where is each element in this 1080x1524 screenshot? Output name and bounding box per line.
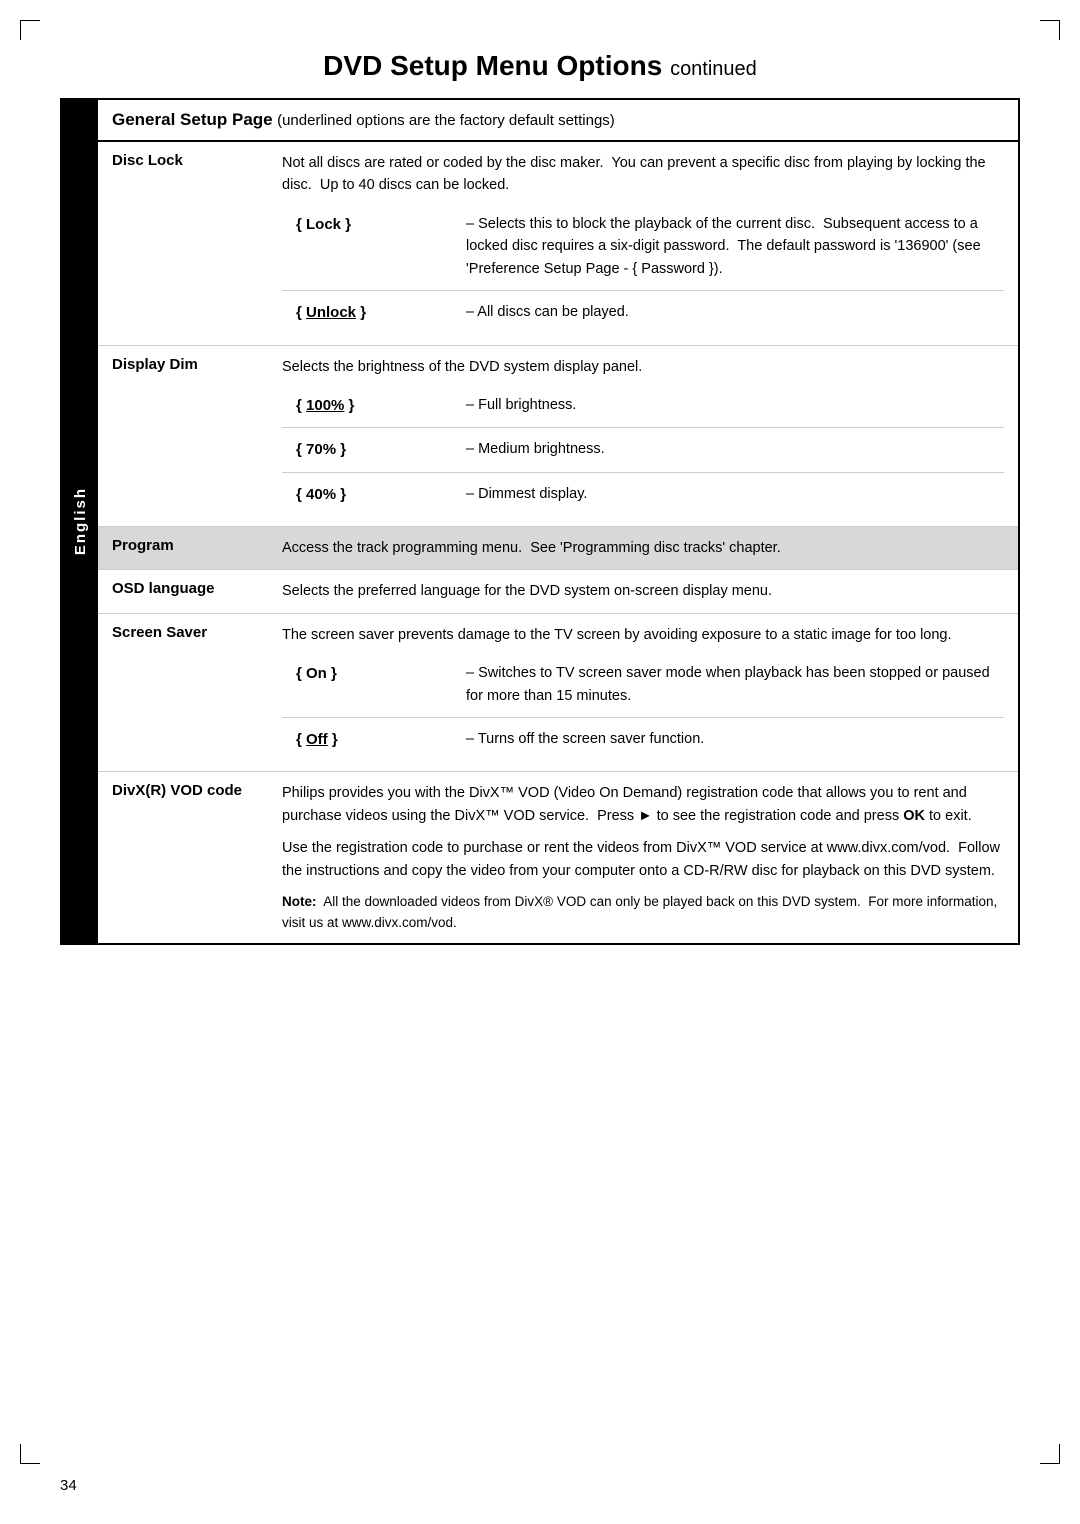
- row-content-osd: Selects the preferred language for the D…: [268, 570, 1018, 613]
- sub-option-key-on: { On }: [282, 652, 452, 717]
- sidebar-label: English: [72, 487, 89, 555]
- list-item: { Lock } – Selects this to block the pla…: [282, 203, 1004, 291]
- sub-option-value-unlock: – All discs can be played.: [452, 291, 1004, 335]
- disc-lock-suboptions: { Lock } – Selects this to block the pla…: [282, 203, 1004, 335]
- table-row: DivX(R) VOD code Philips provides you wi…: [98, 772, 1018, 943]
- row-label-screen-saver: Screen Saver: [98, 613, 268, 772]
- sub-option-key-100: { 100% }: [282, 384, 452, 428]
- sub-option-key-unlock: { Unlock }: [282, 291, 452, 335]
- row-content-disc-lock: Not all discs are rated or coded by the …: [268, 142, 1018, 345]
- table-row: Display Dim Selects the brightness of th…: [98, 345, 1018, 526]
- table-row: Screen Saver The screen saver prevents d…: [98, 613, 1018, 772]
- list-item: { 100% } – Full brightness.: [282, 384, 1004, 428]
- page-title: DVD Setup Menu Options continued: [60, 50, 1020, 82]
- row-label-divx: DivX(R) VOD code: [98, 772, 268, 943]
- corner-mark-bottom-right: [1040, 1444, 1060, 1464]
- row-label-program: Program: [98, 526, 268, 569]
- title-continued: continued: [670, 58, 757, 80]
- corner-mark-bottom-left: [20, 1444, 40, 1464]
- sub-option-key-70: { 70% }: [282, 428, 452, 472]
- row-content-program: Access the track programming menu. See '…: [268, 526, 1018, 569]
- divx-note: Note: All the downloaded videos from Div…: [282, 892, 1004, 933]
- title-text: DVD Setup Menu Options: [323, 50, 662, 81]
- sub-option-value-on: – Switches to TV screen saver mode when …: [452, 652, 1004, 717]
- sub-option-key-lock: { Lock }: [282, 203, 452, 291]
- list-item: { On } – Switches to TV screen saver mod…: [282, 652, 1004, 717]
- sub-option-value-70: – Medium brightness.: [452, 428, 1004, 472]
- list-item: { Unlock } – All discs can be played.: [282, 291, 1004, 335]
- options-table: Disc Lock Not all discs are rated or cod…: [98, 142, 1018, 943]
- row-label-osd: OSD language: [98, 570, 268, 613]
- sub-option-key-off: { Off }: [282, 718, 452, 762]
- page-number: 34: [60, 1477, 77, 1494]
- corner-mark-top-right: [1040, 20, 1060, 40]
- row-label-disc-lock: Disc Lock: [98, 142, 268, 345]
- divx-paragraph2: Use the registration code to purchase or…: [282, 837, 1004, 882]
- table-row: Disc Lock Not all discs are rated or cod…: [98, 142, 1018, 345]
- sub-option-value-100: – Full brightness.: [452, 384, 1004, 428]
- section-header-bold: General Setup Page: [112, 110, 273, 129]
- main-content-area: English General Setup Page (underlined o…: [60, 98, 1020, 945]
- table-row: OSD language Selects the preferred langu…: [98, 570, 1018, 613]
- list-item: { Off } – Turns off the screen saver fun…: [282, 718, 1004, 762]
- section-header-subtitle: (underlined options are the factory defa…: [277, 112, 615, 129]
- row-content-display-dim: Selects the brightness of the DVD system…: [268, 345, 1018, 526]
- row-label-display-dim: Display Dim: [98, 345, 268, 526]
- section-header: General Setup Page (underlined options a…: [98, 100, 1018, 142]
- sidebar: English: [62, 100, 98, 943]
- sub-option-value-off: – Turns off the screen saver function.: [452, 718, 1004, 762]
- screen-saver-suboptions: { On } – Switches to TV screen saver mod…: [282, 652, 1004, 761]
- row-content-divx: Philips provides you with the DivX™ VOD …: [268, 772, 1018, 943]
- sub-option-key-40: { 40% }: [282, 472, 452, 516]
- content-area: General Setup Page (underlined options a…: [98, 100, 1018, 943]
- display-dim-suboptions: { 100% } – Full brightness. { 70% } – Me…: [282, 384, 1004, 516]
- list-item: { 70% } – Medium brightness.: [282, 428, 1004, 472]
- row-content-screen-saver: The screen saver prevents damage to the …: [268, 613, 1018, 772]
- sub-option-value-40: – Dimmest display.: [452, 472, 1004, 516]
- corner-mark-top-left: [20, 20, 40, 40]
- table-row: Program Access the track programming men…: [98, 526, 1018, 569]
- sub-option-value-lock: – Selects this to block the playback of …: [452, 203, 1004, 291]
- list-item: { 40% } – Dimmest display.: [282, 472, 1004, 516]
